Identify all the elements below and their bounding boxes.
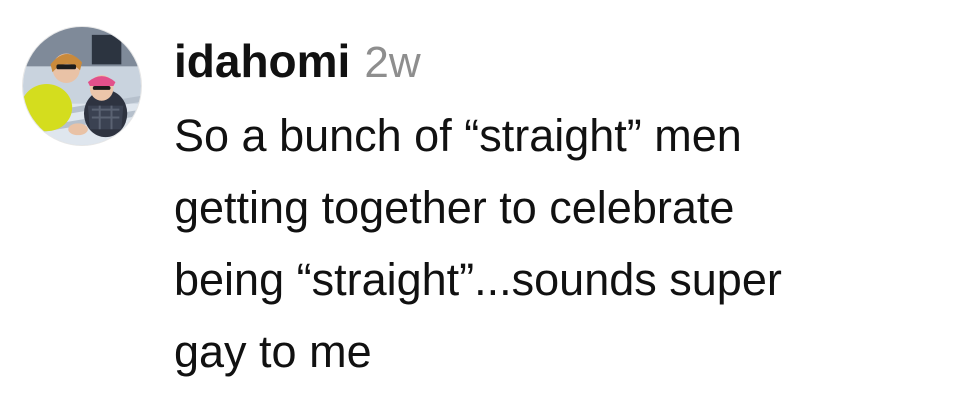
comment-text-line: being “straight”...sounds super	[174, 254, 782, 305]
avatar[interactable]	[22, 26, 142, 146]
comment: idahomi 2w So a bunch of “straight” men …	[0, 0, 980, 400]
profile-photo-icon	[23, 27, 141, 145]
comment-text: So a bunch of “straight” men getting tog…	[174, 100, 944, 388]
comment-text-line: So a bunch of “straight” men	[174, 110, 742, 161]
comment-text-line: gay to me	[174, 326, 372, 377]
username-link[interactable]: idahomi	[174, 30, 350, 92]
comment-timestamp[interactable]: 2w	[364, 32, 420, 94]
comment-text-line: getting together to celebrate	[174, 182, 735, 233]
comment-header: idahomi 2w	[174, 30, 421, 92]
